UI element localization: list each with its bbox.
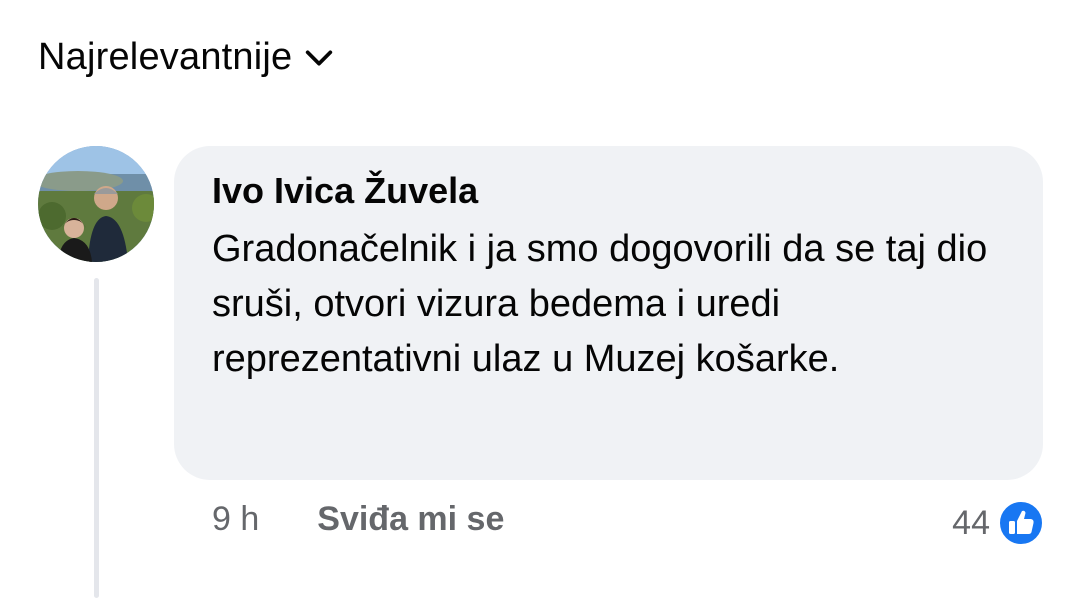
comment-text: Gradonačelnik i ja smo dogovorili da se …: [212, 228, 988, 380]
comment-actions: 9 h Sviđa mi se: [212, 500, 504, 539]
comment-author[interactable]: Ivo Ivica Žuvela: [212, 168, 1005, 214]
sort-dropdown[interactable]: Najrelevantnije: [38, 36, 336, 79]
chevron-down-icon: [306, 49, 333, 66]
comment-timestamp[interactable]: 9 h: [212, 500, 259, 539]
thumbs-up-icon: [998, 500, 1044, 546]
thread-line: [94, 278, 99, 598]
like-button[interactable]: Sviđa mi se: [317, 500, 504, 539]
comment-bubble: Ivo Ivica Žuvela Gradonačelnik i ja smo …: [174, 146, 1043, 480]
reaction-count: 44: [952, 503, 990, 542]
sort-label: Najrelevantnije: [38, 36, 293, 78]
avatar[interactable]: [38, 146, 154, 262]
avatar-photo: [38, 146, 154, 262]
reaction-summary[interactable]: 44: [952, 500, 1044, 546]
